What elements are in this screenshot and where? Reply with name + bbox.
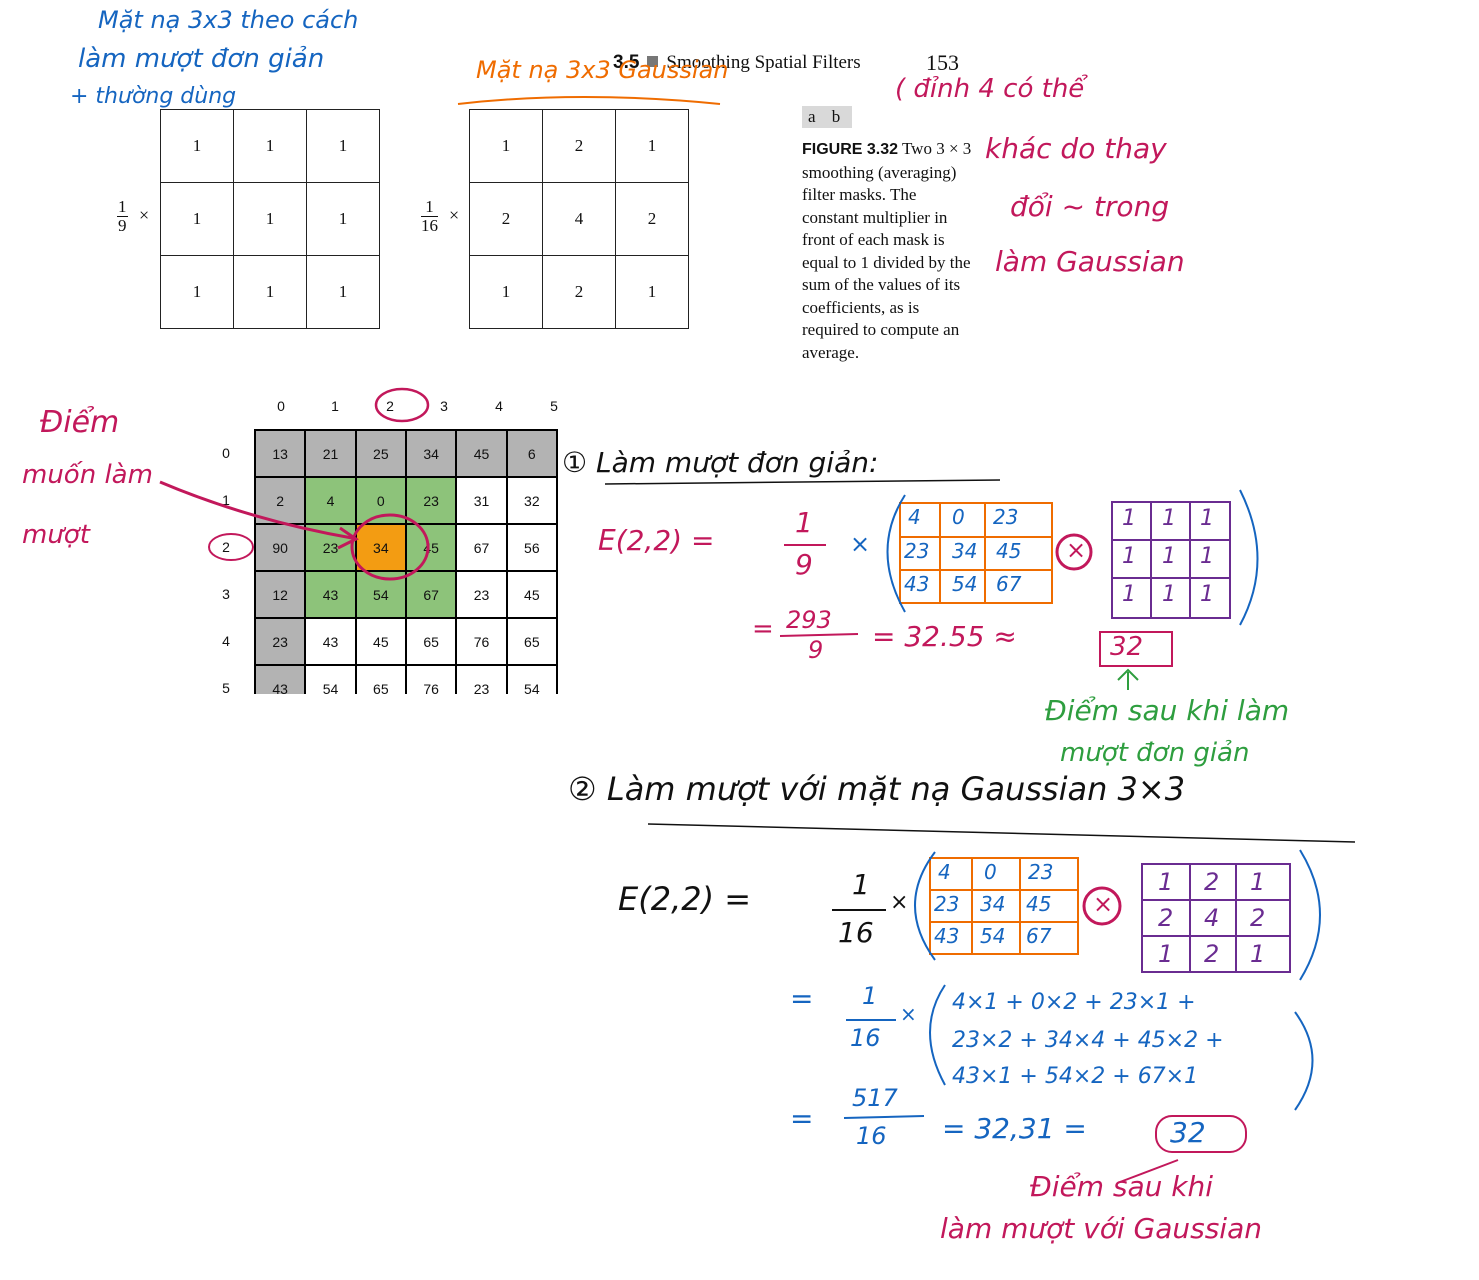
magenta-note-line2: khác do thay: [985, 132, 1167, 165]
step1-frac-num: 1: [795, 506, 813, 539]
step2-kernel-cell: 1: [1250, 940, 1266, 968]
blue-note-line3: + thường dùng: [70, 84, 237, 109]
step1-boxed-result: 32: [1110, 632, 1144, 662]
ink-layer: [159, 96, 1356, 1183]
step2-result-eq: =: [790, 1102, 814, 1135]
magenta-note-line1: ( đỉnh 4 có thể: [895, 74, 1085, 104]
step2-kernel-cell: 1: [1158, 868, 1174, 896]
step2-patch-cell: 23: [1028, 860, 1054, 884]
step1-convolve-symbol: ×: [1066, 536, 1087, 564]
step1-note-line1: Điểm sau khi làm: [1045, 694, 1290, 727]
pointer-arrow: [159, 480, 353, 540]
magenta-label-line2: muốn làm: [22, 460, 153, 490]
magenta-note-line4: làm Gaussian: [995, 245, 1185, 278]
step2-expand-line3: 43×1 + 54×2 + 67×1: [952, 1064, 1199, 1089]
step2-times: ×: [890, 890, 909, 915]
step1-result: = 32.55 ≈: [872, 620, 1017, 653]
col2-circle: [374, 387, 430, 423]
blue-note-line2: làm mượt đơn giản: [78, 44, 325, 74]
step2-patch-cell: 0: [984, 860, 997, 884]
step2-patch-cell: 54: [980, 924, 1006, 948]
step2-kernel-cell: 1: [1158, 940, 1174, 968]
step2-expand-line1: 4×1 + 0×2 + 23×1 +: [952, 990, 1196, 1015]
step1-title: ① Làm mượt đơn giản:: [562, 446, 879, 479]
step1-frac-den: 9: [795, 548, 813, 581]
step2-note-line1: Điểm sau khi: [1030, 1170, 1214, 1203]
magenta-note-line3: đổi ~ trong: [1010, 190, 1170, 223]
step1-kernel-cell: 1: [1122, 544, 1136, 569]
step1-patch-cell: 43: [904, 572, 930, 596]
step2-right-paren: [1299, 849, 1321, 981]
step2-expand-num: 1: [862, 982, 878, 1010]
step2-result-den: 16: [856, 1122, 887, 1150]
step2-underline: [647, 823, 1356, 843]
step1-result-den: 9: [808, 636, 824, 664]
step1-patch-cell: 45: [996, 539, 1022, 563]
step2-patch-cell: 23: [934, 892, 960, 916]
step1-patch-cell: 54: [952, 572, 978, 596]
step1-patch-cell: 4: [908, 505, 921, 529]
step2-kernel-cell: 2: [1204, 940, 1220, 968]
step2-note-line2: làm mượt với Gaussian: [940, 1212, 1262, 1245]
step2-left-paren: [914, 851, 936, 961]
step2-patch-cell: 43: [934, 924, 960, 948]
step1-kernel-cell: 1: [1200, 506, 1214, 531]
step2-patch-cell: 45: [1026, 892, 1052, 916]
step1-kernel-cell: 1: [1200, 544, 1214, 569]
step2-title: ② Làm mượt với mặt nạ Gaussian 3×3: [568, 770, 1186, 808]
step2-result-num: 517: [852, 1084, 898, 1112]
step2-patch-cell: 34: [980, 892, 1006, 916]
step1-patch-cell: 67: [996, 572, 1022, 596]
step2-kernel-cell: 4: [1204, 904, 1220, 932]
step2-expand-den: 16: [850, 1024, 881, 1052]
step1-kernel-cell: 1: [1162, 544, 1176, 569]
step2-expand-eq: =: [790, 982, 814, 1015]
step1-result-eq: =: [752, 614, 774, 644]
step1-times: ×: [850, 530, 871, 558]
step2-kernel-cell: 1: [1250, 868, 1266, 896]
orange-underline: [457, 96, 721, 105]
step2-convolve-symbol: ×: [1093, 890, 1114, 918]
step2-result-frac-bar: [843, 1115, 925, 1119]
step2-kernel-cell: 2: [1250, 904, 1266, 932]
step1-left-paren: [886, 494, 906, 613]
step1-patch-cell: 34: [952, 539, 978, 563]
step1-kernel-cell: 1: [1122, 582, 1136, 607]
row2-circle: [208, 533, 254, 561]
step1-patch-cell: 23: [904, 539, 930, 563]
step1-kernel-cell: 1: [1162, 582, 1176, 607]
step1-underline: [604, 479, 1001, 485]
step1-result-num: 293: [786, 606, 832, 634]
blue-note-line1: Mặt nạ 3x3 theo cách: [98, 6, 359, 34]
step1-lhs: Ε(2,2) =: [598, 524, 715, 557]
expand-right-paren: [1294, 1011, 1314, 1111]
step2-boxed-result: 32: [1170, 1116, 1206, 1149]
step1-kernel-cell: 1: [1200, 582, 1214, 607]
step1-patch-cell: 23: [993, 505, 1019, 529]
step2-kernel-cell: 2: [1204, 868, 1220, 896]
step2-patch-cell: 4: [938, 860, 951, 884]
magenta-label-line3: mượt: [22, 520, 90, 550]
step1-note-line2: mượt đơn giản: [1060, 738, 1250, 768]
step2-kernel-cell: 2: [1158, 904, 1174, 932]
step2-result: = 32,31 =: [942, 1112, 1087, 1145]
step2-expand-times: ×: [900, 1002, 917, 1026]
step1-right-paren: [1239, 489, 1259, 626]
orange-note: Mặt nạ 3x3 Gaussian: [476, 56, 729, 84]
step2-frac-num: 1: [852, 868, 870, 901]
target-circle: [350, 513, 430, 581]
magenta-label-line1: Điểm: [40, 405, 120, 440]
step2-patch-cell: 67: [1026, 924, 1052, 948]
step1-kernel-cell: 1: [1122, 506, 1136, 531]
step1-patch-cell: 0: [952, 505, 965, 529]
step1-kernel-cell: 1: [1162, 506, 1176, 531]
step2-expand-line2: 23×2 + 34×4 + 45×2 +: [952, 1028, 1224, 1053]
expand-left-paren: [929, 984, 946, 1086]
step2-frac-den: 16: [838, 916, 874, 949]
step2-lhs: Ε(2,2) =: [618, 880, 752, 918]
